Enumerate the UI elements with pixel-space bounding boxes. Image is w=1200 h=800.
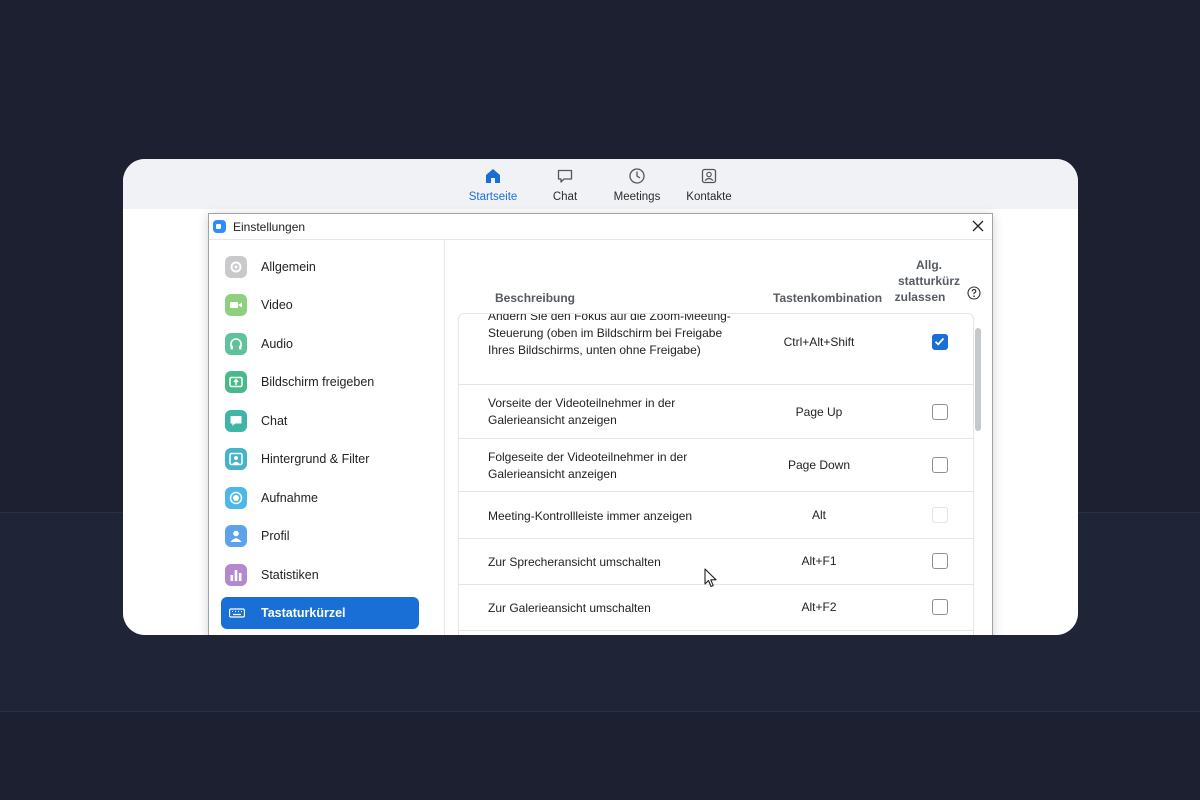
- allow-global-checkbox[interactable]: [932, 334, 948, 350]
- sidebar-item-label: Video: [261, 298, 293, 312]
- close-icon[interactable]: [970, 218, 986, 234]
- help-icon[interactable]: [967, 286, 981, 300]
- chat-icon: [225, 410, 247, 432]
- sidebar-item-video[interactable]: Video: [221, 289, 419, 321]
- allow-global-checkbox[interactable]: [932, 404, 948, 420]
- nav-tab-chat[interactable]: Chat: [530, 167, 600, 203]
- sidebar-item-label: Profil: [261, 529, 290, 543]
- video-camera-icon: [225, 294, 247, 316]
- sidebar-item-statistiken[interactable]: Statistiken: [221, 559, 419, 591]
- sidebar-item-label: Bildschirm freigeben: [261, 375, 375, 389]
- table-row: Zur Galerieansicht umschalten Alt+F2: [459, 585, 973, 631]
- table-row: Ändern Sie den Fokus auf die Zoom-Meetin…: [459, 313, 973, 385]
- zoom-app-window: Startseite Chat Meetings Kontakte Einste…: [123, 159, 1078, 635]
- table-row: Vorseite der Videoteilnehmer in der Gale…: [459, 385, 973, 439]
- sidebar-item-label: Allgemein: [261, 260, 316, 274]
- settings-sidebar: Allgemein Video Audio Bildschirm freigeb…: [209, 240, 445, 635]
- top-navigation: Startseite Chat Meetings Kontakte: [123, 159, 1078, 209]
- column-header-description: Beschreibung: [495, 291, 576, 305]
- table-row: Meeting-Kontrollleiste immer anzeigen Al…: [459, 492, 973, 539]
- clock-icon: [629, 168, 645, 184]
- sidebar-item-label: Chat: [261, 414, 288, 428]
- column-header-shortcut: Tastenkombination: [773, 291, 883, 305]
- sidebar-item-hintergrund-filter[interactable]: Hintergrund & Filter: [221, 443, 419, 475]
- sidebar-item-profil[interactable]: Profil: [221, 520, 419, 552]
- sidebar-item-label: Tastaturkürzel: [261, 606, 346, 620]
- dialog-title: Einstellungen: [233, 220, 306, 234]
- settings-dialog: Einstellungen Allgemein Video Audio Bild…: [208, 213, 993, 635]
- shortcut-description: Ändern Sie den Fokus auf die Zoom-Meetin…: [488, 313, 731, 357]
- table-scrollbar[interactable]: [973, 313, 983, 635]
- sidebar-item-audio[interactable]: Audio: [221, 328, 419, 360]
- shortcut-keys: Alt+F2: [801, 600, 837, 614]
- gear-icon: [225, 256, 247, 278]
- column-header-line: Allg.: [916, 258, 942, 272]
- sidebar-item-label: Hintergrund & Filter: [261, 452, 370, 466]
- portrait-icon: [225, 448, 247, 470]
- headphones-icon: [225, 333, 247, 355]
- nav-tab-label: Chat: [552, 191, 578, 203]
- sidebar-item-label: Aufnahme: [261, 491, 318, 505]
- nav-tab-label: Kontakte: [686, 191, 732, 203]
- checkmark-icon: [934, 337, 945, 346]
- scrollbar-thumb[interactable]: [975, 328, 981, 431]
- nav-tab-startseite[interactable]: Startseite: [458, 167, 528, 203]
- sidebar-item-label: Audio: [261, 337, 293, 351]
- shortcut-keys: Alt+F1: [801, 554, 837, 568]
- shortcut-keys: Page Down: [787, 458, 851, 472]
- keyboard-icon: [225, 602, 247, 624]
- mouse-cursor-icon: [704, 568, 717, 588]
- column-header-allow-global: Allg. statturkürz zulassen: [889, 257, 969, 305]
- home-icon: [486, 169, 500, 183]
- nav-tab-label: Startseite: [468, 191, 518, 203]
- shortcut-description: Vorseite der Videoteilnehmer in der Gale…: [488, 396, 676, 427]
- sidebar-item-label: Statistiken: [261, 568, 319, 582]
- shortcut-description: Meeting-Kontrollleiste immer anzeigen: [488, 509, 693, 523]
- bar-chart-icon: [225, 564, 247, 586]
- allow-global-checkbox[interactable]: [932, 457, 948, 473]
- nav-tab-label: Meetings: [613, 191, 661, 203]
- shortcut-description: Folgeseite der Videoteilnehmer in der Ga…: [488, 450, 688, 481]
- shortcut-keys: Alt: [811, 508, 826, 522]
- allow-global-checkbox: [932, 507, 948, 523]
- sidebar-item-tastaturkuerzel[interactable]: Tastaturkürzel: [221, 597, 419, 629]
- share-screen-icon: [225, 371, 247, 393]
- dialog-titlebar: Einstellungen: [209, 214, 992, 240]
- contact-card-icon: [701, 168, 717, 184]
- chat-bubble-icon: [557, 169, 573, 183]
- allow-global-checkbox[interactable]: [932, 599, 948, 615]
- sidebar-item-bildschirm-freigeben[interactable]: Bildschirm freigeben: [221, 366, 419, 398]
- table-row: Folgeseite der Videoteilnehmer in der Ga…: [459, 439, 973, 492]
- nav-tab-kontakte[interactable]: Kontakte: [674, 167, 744, 203]
- shortcuts-panel: Beschreibung Tastenkombination Allg. sta…: [446, 240, 992, 635]
- column-header-line: statturkürz: [897, 274, 960, 288]
- sidebar-item-allgemein[interactable]: Allgemein: [221, 251, 419, 283]
- column-header-line: zulassen: [894, 290, 946, 304]
- sidebar-item-aufnahme[interactable]: Aufnahme: [221, 482, 419, 514]
- zoom-logo-icon: [213, 220, 226, 233]
- allow-global-checkbox[interactable]: [932, 553, 948, 569]
- person-icon: [225, 525, 247, 547]
- sidebar-item-chat[interactable]: Chat: [221, 405, 419, 437]
- shortcut-description: Zur Galerieansicht umschalten: [488, 601, 651, 615]
- shortcut-keys: Page Up: [795, 405, 843, 419]
- shortcut-keys: Ctrl+Alt+Shift: [783, 335, 855, 349]
- nav-tab-meetings[interactable]: Meetings: [602, 167, 672, 203]
- record-icon: [225, 487, 247, 509]
